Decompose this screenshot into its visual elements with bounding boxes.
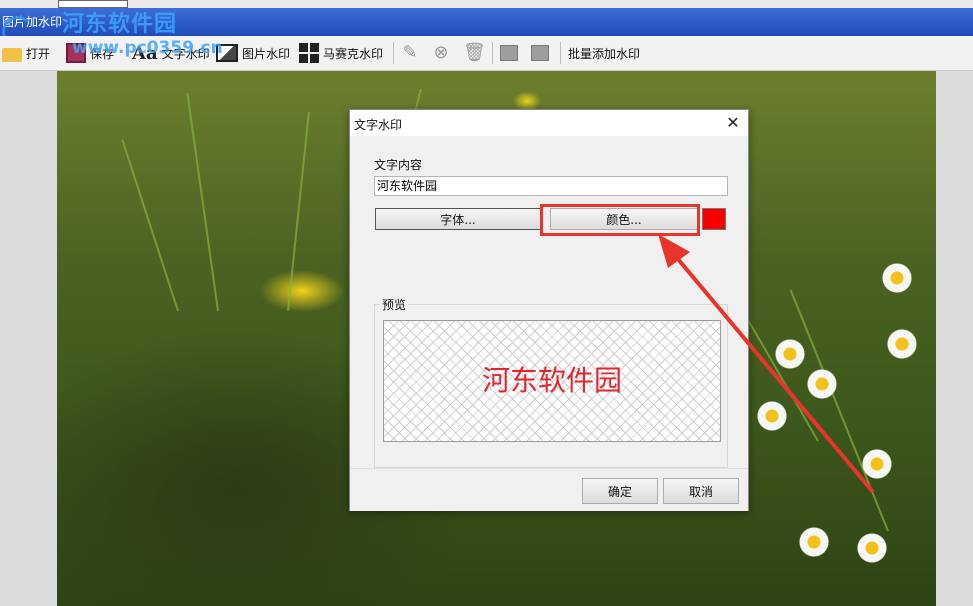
annotation-arrow-head <box>658 234 690 268</box>
annotation-arrow <box>658 234 875 494</box>
annotation-arrow-line <box>670 250 875 494</box>
